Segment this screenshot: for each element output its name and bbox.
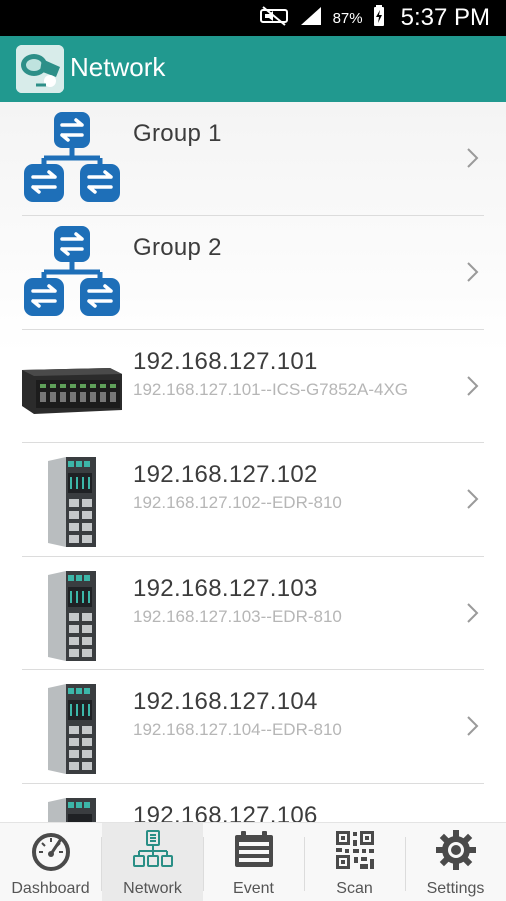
- group-network-icon: [20, 106, 124, 210]
- gear-icon: [436, 830, 476, 870]
- device-ip: 192.168.127.103: [133, 575, 318, 602]
- device-ip: 192.168.127.101: [133, 348, 318, 375]
- bottom-navigation: Dashboard Network Event Scan Settings: [0, 822, 506, 901]
- tab-event[interactable]: Event: [203, 823, 304, 901]
- speedometer-icon: [32, 833, 70, 871]
- tab-settings[interactable]: Settings: [405, 823, 506, 901]
- page-title: Network: [70, 52, 166, 82]
- list-item-group-2[interactable]: Group 2: [0, 216, 506, 329]
- din-rail-router-icon: [20, 561, 124, 665]
- tab-label: Event: [233, 880, 274, 897]
- tab-dashboard[interactable]: Dashboard: [0, 823, 101, 901]
- device-description: 192.168.127.104--EDR-810: [133, 720, 342, 739]
- chevron-right-icon: [467, 376, 479, 396]
- chevron-right-icon: [467, 148, 479, 168]
- list-item-title: Group 2: [133, 234, 222, 261]
- list-item-device-103[interactable]: 192.168.127.103 192.168.127.103--EDR-810: [0, 557, 506, 670]
- qr-code-icon: [336, 831, 374, 869]
- din-rail-router-icon: [20, 788, 124, 822]
- device-ip: 192.168.127.104: [133, 688, 318, 715]
- chevron-right-icon: [467, 262, 479, 282]
- app-logo-icon[interactable]: [16, 45, 64, 93]
- status-bar: 87% 5:37 PM: [0, 0, 506, 36]
- list-item-device-101[interactable]: 192.168.127.101 192.168.127.101--ICS-G78…: [0, 330, 506, 443]
- device-ip: 192.168.127.106: [133, 802, 318, 822]
- event-list-icon: [235, 831, 273, 867]
- list-item-device-104[interactable]: 192.168.127.104 192.168.127.104--EDR-810: [0, 670, 506, 783]
- list-item-device-106[interactable]: 192.168.127.106: [0, 784, 506, 822]
- din-rail-router-icon: [20, 674, 124, 778]
- tab-label: Network: [123, 880, 182, 897]
- list-item-title: Group 1: [133, 120, 222, 147]
- group-network-icon: [20, 220, 124, 324]
- tab-label: Settings: [426, 880, 485, 897]
- network-device-list: Group 1 Group 2 192.168.127.101 192.168.…: [0, 102, 506, 822]
- tab-label: Dashboard: [11, 880, 90, 897]
- device-description: 192.168.127.101--ICS-G7852A-4XG: [133, 380, 409, 399]
- din-rail-router-icon: [20, 447, 124, 551]
- mute-icon: [259, 5, 289, 32]
- chevron-right-icon: [467, 603, 479, 623]
- device-description: 192.168.127.103--EDR-810: [133, 607, 342, 626]
- chevron-right-icon: [467, 716, 479, 736]
- battery-percent: 87%: [332, 9, 363, 27]
- clock: 5:37 PM: [400, 4, 490, 31]
- battery-charging-icon: [373, 4, 385, 32]
- tab-label: Scan: [336, 880, 373, 897]
- device-ip: 192.168.127.102: [133, 461, 318, 488]
- signal-icon: [299, 5, 323, 32]
- list-item-group-1[interactable]: Group 1: [0, 102, 506, 215]
- rack-switch-icon: [20, 334, 124, 438]
- tab-scan[interactable]: Scan: [304, 823, 405, 901]
- chevron-right-icon: [467, 489, 479, 509]
- network-tree-icon: [133, 830, 173, 867]
- tab-network[interactable]: Network: [102, 823, 203, 901]
- device-description: 192.168.127.102--EDR-810: [133, 493, 342, 512]
- list-item-device-102[interactable]: 192.168.127.102 192.168.127.102--EDR-810: [0, 443, 506, 556]
- app-bar: Network: [0, 36, 506, 102]
